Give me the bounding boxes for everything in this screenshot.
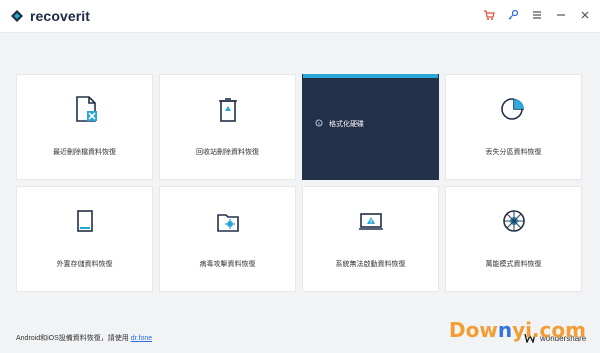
card-system-crash[interactable]: 系統無法啟動資料恢復 (302, 186, 439, 292)
close-icon[interactable] (578, 8, 592, 22)
drfone-link[interactable]: dr.fone (131, 335, 152, 342)
card-label: 外置存儲資料恢復 (56, 261, 113, 268)
card-virus-attack[interactable]: 病毒攻擊資料恢復 (159, 186, 296, 292)
card-label: 回收站刪除資料恢復 (196, 149, 259, 156)
virus-folder-icon (212, 205, 244, 237)
title-bar: recoverit (0, 0, 600, 33)
card-all-around[interactable]: 萬能模式資料恢復 (445, 186, 582, 292)
card-label: 病毒攻擊資料恢復 (199, 261, 256, 268)
cart-icon[interactable] (482, 8, 496, 22)
scenario-grid: 最近刪除檔資料恢復 回收站刪除資料恢復 格式化硬碟 丟失分區資料恢復 外置存儲資… (16, 74, 586, 292)
key-icon[interactable] (506, 8, 520, 22)
recycle-bin-icon (212, 93, 244, 125)
laptop-warning-icon (355, 205, 387, 237)
card-label: 萬能模式資料恢復 (485, 261, 542, 268)
card-recent-deleted[interactable]: 最近刪除檔資料恢復 (16, 74, 153, 180)
deleted-file-icon (69, 93, 101, 125)
card-label: 格式化硬碟 (329, 121, 364, 128)
card-external-storage[interactable]: 外置存儲資料恢復 (16, 186, 153, 292)
external-storage-icon (69, 205, 101, 237)
app-title: recoverit (30, 8, 91, 24)
all-around-icon (498, 205, 530, 237)
active-label-row: 格式化硬碟 (315, 119, 364, 129)
card-recycle-bin[interactable]: 回收站刪除資料恢復 (159, 74, 296, 180)
title-actions (482, 8, 592, 22)
card-label: 最近刪除檔資料恢復 (53, 149, 116, 156)
footer-text: Android和iOS設備資料恢復，請使用 (16, 335, 129, 342)
recoverit-logo-icon (10, 9, 24, 23)
watermark-left: Dow (448, 318, 498, 342)
footer-note: Android和iOS設備資料恢復，請使用 dr.fone (16, 333, 152, 343)
card-lost-partition[interactable]: 丟失分區資料恢復 (445, 74, 582, 180)
partition-icon (498, 93, 530, 125)
card-label: 丟失分區資料恢復 (485, 149, 542, 156)
app-logo: recoverit (10, 8, 90, 24)
watermark: Downyi.com (449, 318, 586, 342)
info-icon (315, 119, 323, 129)
card-format-drive[interactable]: 格式化硬碟 (302, 74, 439, 180)
minimize-icon[interactable] (554, 8, 568, 22)
watermark-middle: n (497, 318, 513, 342)
menu-icon[interactable] (530, 8, 544, 22)
watermark-right: yi.com (512, 318, 586, 342)
card-label: 系統無法啟動資料恢復 (335, 261, 406, 268)
